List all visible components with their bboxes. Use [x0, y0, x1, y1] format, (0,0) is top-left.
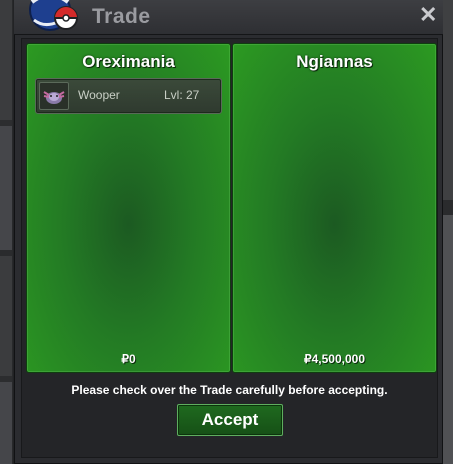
trade-panel-partner: Ngiannas ₽4,500,000: [232, 43, 437, 373]
trade-titlebar[interactable]: Trade ✕: [14, 0, 443, 35]
pokemon-name: Wooper: [78, 88, 120, 102]
pokeball-emblem-icon: [29, 0, 78, 31]
money-offer-partner: ₽4,500,000: [303, 352, 366, 366]
wooper-sprite-icon: [39, 82, 69, 110]
accept-button[interactable]: Accept: [177, 404, 283, 436]
trade-notice: Please check over the Trade carefully be…: [71, 383, 388, 397]
pokemon-level: Lvl: 27: [164, 88, 200, 102]
pokemon-slot-item[interactable]: Wooper Lvl: 27: [35, 78, 222, 114]
trade-window: Trade ✕ Oreximania Wooper Lvl: 27 ₽0 Ngi…: [14, 0, 443, 464]
background-right-edge: [443, 0, 453, 464]
background-left-edge: [0, 0, 12, 464]
close-button[interactable]: ✕: [419, 4, 437, 26]
trainer-name-self: Oreximania: [82, 52, 175, 71]
window-title: Trade: [92, 5, 151, 28]
money-offer-self: ₽0: [121, 352, 136, 366]
trade-content: Oreximania Wooper Lvl: 27 ₽0 Ngiannas ₽4…: [21, 38, 438, 458]
trainer-name-partner: Ngiannas: [296, 52, 373, 71]
trade-panel-self: Oreximania Wooper Lvl: 27 ₽0: [26, 43, 231, 373]
